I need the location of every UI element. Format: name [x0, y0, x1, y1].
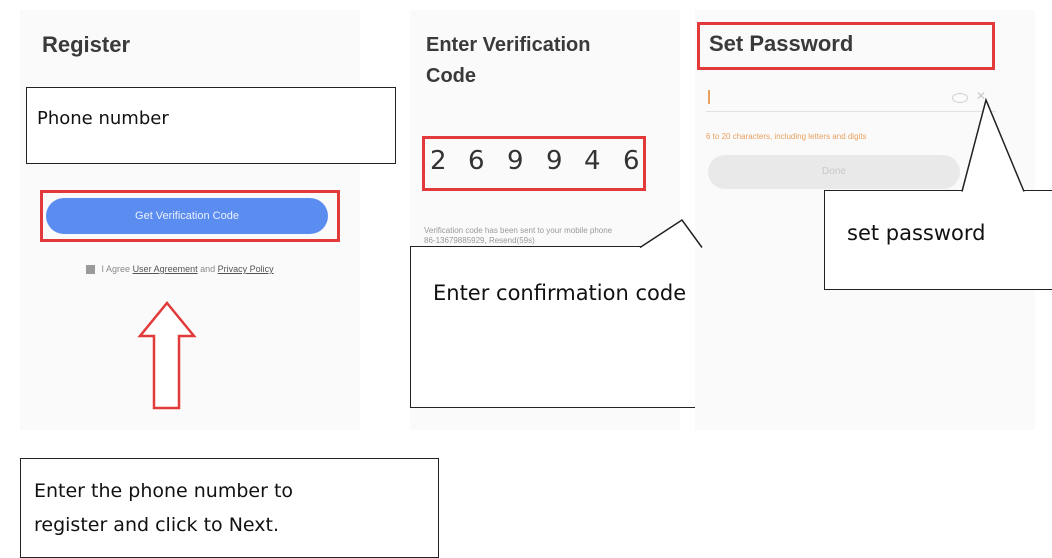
- set-password-callout-tail: [962, 100, 1024, 192]
- instruction-line2: register and click to Next.: [34, 514, 280, 536]
- instruction-line1: Enter the phone number to: [34, 480, 294, 502]
- instruction-callout: Enter the phone number to register and c…: [20, 458, 439, 558]
